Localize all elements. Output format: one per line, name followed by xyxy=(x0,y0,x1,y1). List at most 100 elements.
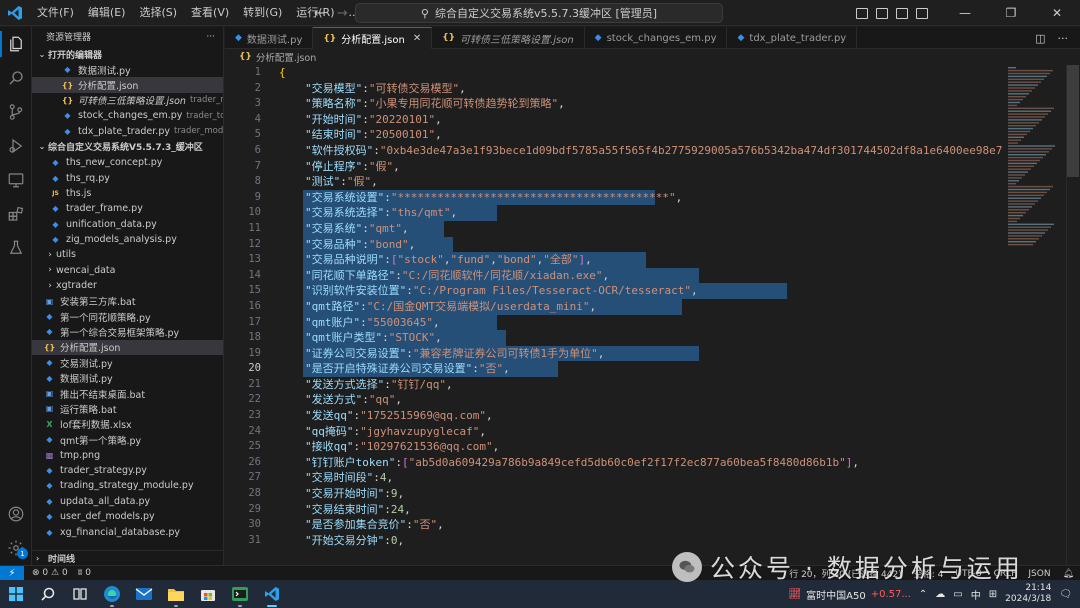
windows-start-icon[interactable] xyxy=(0,580,32,608)
open-editor-item[interactable]: ◆ stock_changes_em.pytrader_tool xyxy=(32,108,223,123)
close-button[interactable]: ✕ xyxy=(1034,0,1080,26)
extensions-icon[interactable] xyxy=(0,197,32,231)
watermark-text: 公众号 · 数据分析与运用 xyxy=(710,554,1023,583)
timeline-section[interactable]: › 时间线 xyxy=(32,550,223,565)
code-token: 4 xyxy=(379,471,387,485)
more-actions-icon[interactable]: ··· xyxy=(1058,32,1069,45)
network-icon[interactable]: ▭ xyxy=(953,589,962,600)
split-editor-icon[interactable]: ◫ xyxy=(1035,32,1045,45)
open-editors-section[interactable]: ⌄ 打开的编辑器 xyxy=(32,46,223,62)
file-item[interactable]: ◆ 第一个同花顺策略.py xyxy=(32,309,223,324)
folder-item[interactable]: › xgtrader xyxy=(32,278,223,293)
chevron-up-icon[interactable]: ⌃ xyxy=(919,589,927,600)
minimap-line xyxy=(1008,136,1024,138)
forward-arrow-icon[interactable]: → xyxy=(337,6,348,21)
file-item[interactable]: ◆ xg_financial_database.py xyxy=(32,524,223,539)
file-item[interactable]: ◆ 交易测试.py xyxy=(32,355,223,370)
open-editor-item[interactable]: {} 分析配置.json xyxy=(32,77,223,93)
language-mode[interactable]: JSON xyxy=(1028,569,1050,579)
source-control-icon[interactable] xyxy=(0,95,32,129)
file-item[interactable]: ◆ ths_new_concept.py xyxy=(32,155,223,170)
run-debug-icon[interactable] xyxy=(0,129,32,163)
vertical-scrollbar[interactable] xyxy=(1066,65,1080,565)
tray-app-icon[interactable]: ⊞ xyxy=(989,589,997,600)
file-item[interactable]: ◆ 第一个综合交易框架策略.py xyxy=(32,324,223,339)
edge-browser-icon[interactable] xyxy=(96,580,128,608)
file-item[interactable]: ◆ trader_strategy.py xyxy=(32,463,223,478)
minimap-line xyxy=(1008,241,1036,243)
minimap[interactable] xyxy=(1006,65,1066,565)
file-item[interactable]: ◆ 数据测试.py xyxy=(32,370,223,386)
editor-tab[interactable]: ◆ tdx_plate_trader.py xyxy=(727,27,858,49)
menu-item[interactable]: 编辑(E) xyxy=(81,0,133,26)
cloud-icon[interactable]: ☁ xyxy=(935,589,945,600)
toggle-secondary-sidebar-icon[interactable] xyxy=(896,7,908,19)
task-view-icon[interactable] xyxy=(64,580,96,608)
file-item[interactable]: ◆ user_def_models.py xyxy=(32,509,223,524)
file-item[interactable]: ◆ zig_models_analysis.py xyxy=(32,232,223,247)
file-item[interactable]: ◆ trader_frame.py xyxy=(32,201,223,216)
file-item[interactable]: ◆ updata_all_data.py xyxy=(32,494,223,509)
testing-icon[interactable] xyxy=(0,231,32,265)
ime-indicator[interactable]: 中 xyxy=(971,587,981,602)
file-item[interactable]: Xlof套利数据.xlsx xyxy=(32,417,223,432)
code-token: : xyxy=(472,362,479,376)
file-item[interactable]: ◆ qmt第一个策略.py xyxy=(32,432,223,447)
problems-indicator[interactable]: ⊗ 0 ⚠ 0 xyxy=(32,568,68,578)
editor-tab[interactable]: ◆ 数据测试.py xyxy=(225,27,314,49)
file-item[interactable]: ▣ 推出不结束桌面.bat xyxy=(32,386,223,401)
explorer-icon[interactable] xyxy=(0,27,32,61)
notification-center-icon[interactable]: 🗨︎ xyxy=(1059,589,1072,600)
code-editor[interactable]: 1{2 "交易模型":"可转债交易模型", 3 "策略名称":"小果专用同花顺可转债趋… xyxy=(225,65,1080,565)
file-item[interactable]: ▣ 安装第三方库.bat xyxy=(32,293,223,309)
file-item[interactable]: ◆ ths_rq.py xyxy=(32,170,223,185)
file-item[interactable]: JS ths.js xyxy=(32,186,223,201)
file-item[interactable]: ▣ 运行策略.bat xyxy=(32,401,223,416)
store-icon[interactable] xyxy=(192,580,224,608)
toggle-panel-icon[interactable] xyxy=(876,7,888,19)
editor-tab[interactable]: {} 分析配置.json ✕ xyxy=(313,27,433,49)
more-actions-icon[interactable]: ··· xyxy=(206,32,215,42)
maximize-button[interactable]: ❐ xyxy=(988,0,1034,26)
open-editor-item[interactable]: ◆ 数据测试.py xyxy=(32,62,223,77)
menu-item[interactable]: 转到(G) xyxy=(236,0,289,26)
open-editor-item[interactable]: ◆ tdx_plate_trader.pytrader_models\... xyxy=(32,124,223,139)
customize-layout-icon[interactable] xyxy=(916,7,928,19)
minimize-button[interactable]: — xyxy=(942,0,988,26)
file-item[interactable]: ◆ trading_strategy_module.py xyxy=(32,478,223,493)
taskbar-search-icon[interactable] xyxy=(32,580,64,608)
search-icon[interactable] xyxy=(0,61,32,95)
remote-explorer-icon[interactable] xyxy=(0,163,32,197)
scrollbar-thumb[interactable] xyxy=(1067,65,1079,177)
workspace-section[interactable]: ⌄ 综合自定义交易系统V5.5.7.3_缓冲区 xyxy=(32,139,223,155)
notifications-bell-icon[interactable]: 🔔︎ xyxy=(1063,569,1074,579)
file-item[interactable]: {} 分析配置.json xyxy=(32,339,223,356)
menu-item[interactable]: 文件(F) xyxy=(30,0,81,26)
folder-item[interactable]: › utils xyxy=(32,247,223,262)
editor-tab[interactable]: {} 可转债三低策略设置.json xyxy=(432,27,585,49)
file-explorer-icon[interactable] xyxy=(160,580,192,608)
menu-item[interactable]: 查看(V) xyxy=(184,0,236,26)
stock-widget[interactable]: 📈︎ 富时中国A50 +0.57... xyxy=(788,587,910,602)
code-line: 24 "qq掩码":"jgyhavzupyglecaf", xyxy=(225,424,1005,440)
terminal-app-icon[interactable] xyxy=(224,580,256,608)
breadcrumb-file[interactable]: 分析配置.json xyxy=(256,50,316,64)
mail-icon[interactable] xyxy=(128,580,160,608)
vscode-taskbar-icon[interactable] xyxy=(256,580,288,608)
open-editor-item[interactable]: {} 可转债三低策略设置.jsontrader_m... xyxy=(32,93,223,108)
folder-item[interactable]: › wencai_data xyxy=(32,263,223,278)
ports-indicator[interactable]: ʬ 0 xyxy=(78,568,91,578)
back-arrow-icon[interactable]: ← xyxy=(314,6,325,21)
file-item[interactable]: ▩ tmp.png xyxy=(32,447,223,462)
file-item[interactable]: ◆ unification_data.py xyxy=(32,217,223,232)
close-tab-icon[interactable]: ✕ xyxy=(413,33,421,44)
command-center[interactable]: ⚲ 综合自定义交易系统v5.5.7.3缓冲区 [管理员] xyxy=(355,3,723,23)
settings-gear-icon[interactable]: 1 xyxy=(0,531,32,565)
menu-item[interactable]: 选择(S) xyxy=(132,0,184,26)
account-icon[interactable] xyxy=(0,497,32,531)
toggle-primary-sidebar-icon[interactable] xyxy=(856,7,868,19)
remote-icon[interactable]: ⚡ xyxy=(0,565,24,581)
python-file-icon: ◆ xyxy=(46,358,53,368)
minimap-line xyxy=(1008,165,1034,167)
editor-tab[interactable]: ◆ stock_changes_em.py xyxy=(585,27,728,49)
